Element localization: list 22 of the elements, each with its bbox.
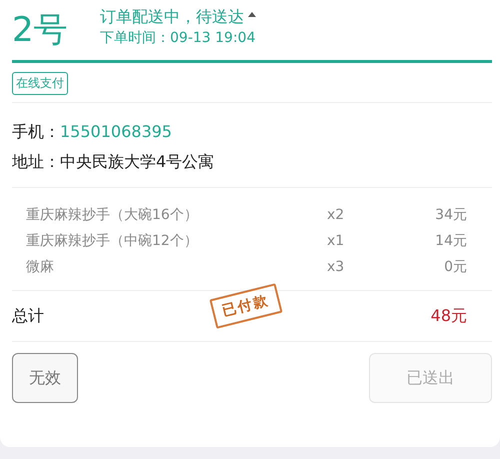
- item-name: 重庆麻辣抄手（大碗16个）: [26, 206, 199, 225]
- order-time: 下单时间：09-13 19:04: [100, 29, 256, 48]
- item-name: 重庆麻辣抄手（中碗12个）: [26, 232, 199, 251]
- item-price: 14元: [434, 232, 467, 251]
- contact-label: 地址：: [12, 151, 60, 173]
- payment-tag: 在线支付: [12, 72, 68, 95]
- contact-label: 手机：: [12, 121, 60, 143]
- item-quantity: x2: [327, 206, 346, 225]
- phone-link[interactable]: 15501068395: [60, 117, 172, 147]
- caret-icon[interactable]: [248, 12, 256, 16]
- item-price: 0元: [443, 258, 467, 277]
- paid-stamp: 已付款: [209, 283, 283, 329]
- item-quantity: x1: [327, 232, 346, 251]
- order-status: 订单配送中，待送达: [100, 6, 244, 28]
- item-quantity: x3: [327, 258, 346, 277]
- item-name: 微麻: [26, 258, 55, 277]
- address-text: 中央民族大学4号公寓: [60, 151, 214, 173]
- order-number: 2号: [12, 9, 69, 52]
- total-amount: 48元: [430, 305, 467, 327]
- item-price: 34元: [434, 206, 467, 225]
- action-button[interactable]: 无效: [12, 353, 78, 403]
- total-label: 总计: [12, 305, 44, 327]
